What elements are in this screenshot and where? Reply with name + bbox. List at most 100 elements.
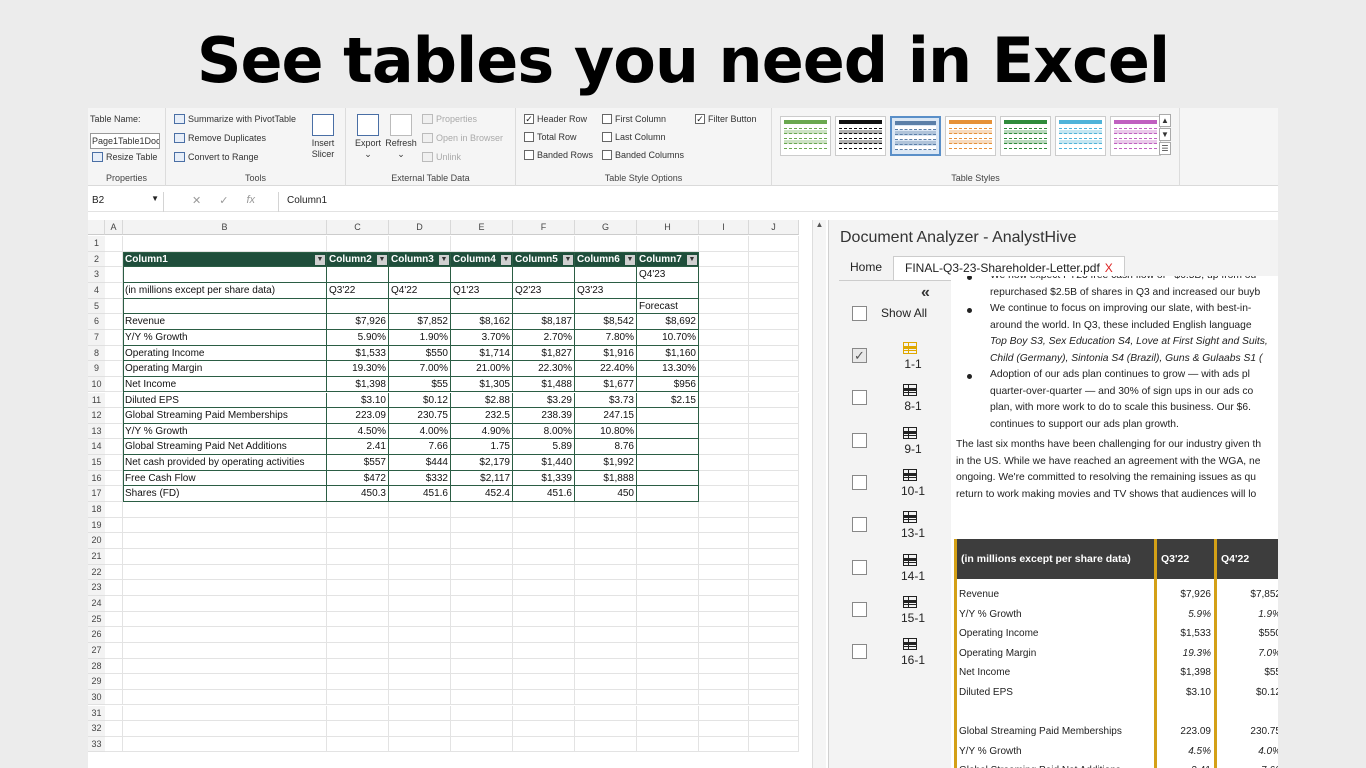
checkbox-icon[interactable]: [852, 644, 867, 660]
table-style-swatch[interactable]: [1000, 116, 1051, 156]
grid-cell[interactable]: [327, 502, 389, 518]
grid-cell[interactable]: [749, 236, 799, 252]
checkbox-icon[interactable]: [852, 601, 867, 617]
row-header[interactable]: 29: [88, 674, 105, 690]
summarize-pivot-button[interactable]: Summarize with PivotTable: [174, 114, 296, 124]
grid-cell[interactable]: [327, 533, 389, 549]
name-box[interactable]: B2 ▼: [88, 192, 164, 212]
grid-cell[interactable]: [123, 580, 327, 596]
grid-cell[interactable]: [123, 689, 327, 706]
table-cell[interactable]: 451.6: [389, 486, 451, 503]
table-cell[interactable]: $1,827: [513, 345, 575, 362]
grid-cell[interactable]: [105, 236, 123, 252]
table-cell[interactable]: [637, 455, 699, 471]
grid-cell[interactable]: [699, 423, 749, 440]
grid-cell[interactable]: [575, 627, 637, 643]
grid-cell[interactable]: [327, 580, 389, 596]
properties-button[interactable]: Properties: [422, 114, 477, 124]
table-cell[interactable]: Global Streaming Paid Net Additions: [123, 439, 327, 456]
table-cell[interactable]: $1,160: [637, 345, 699, 362]
grid-cell[interactable]: [123, 502, 327, 518]
grid-cell[interactable]: [105, 423, 123, 440]
grid-cell[interactable]: [389, 564, 451, 581]
table-cell[interactable]: Q4'22: [389, 282, 451, 299]
row-header[interactable]: 13: [88, 423, 105, 440]
column-header[interactable]: J: [749, 220, 799, 235]
table-header-cell[interactable]: Column4 ▼: [451, 251, 513, 268]
grid-cell[interactable]: [575, 580, 637, 596]
table-cell[interactable]: Forecast: [637, 298, 699, 315]
grid-cell[interactable]: [327, 658, 389, 675]
grid-cell[interactable]: [699, 533, 749, 549]
gallery-more-button[interactable]: ☰: [1159, 142, 1171, 155]
row-header[interactable]: 8: [88, 345, 105, 362]
grid-cell[interactable]: [123, 627, 327, 643]
table-cell[interactable]: $2,117: [451, 470, 513, 487]
grid-cell[interactable]: [749, 267, 799, 283]
unlink-button[interactable]: Unlink: [422, 152, 461, 162]
table-cell[interactable]: Y/Y % Growth: [123, 423, 327, 440]
grid-cell[interactable]: [105, 282, 123, 299]
table-cell[interactable]: 450.3: [327, 486, 389, 503]
last-column-option[interactable]: Last Column: [602, 132, 666, 142]
grid-cell[interactable]: [389, 721, 451, 737]
table-list-item[interactable]: 13-1: [852, 511, 962, 551]
grid-cell[interactable]: [389, 705, 451, 722]
column-header[interactable]: H: [637, 220, 699, 235]
table-cell[interactable]: 13.30%: [637, 361, 699, 377]
filter-dropdown-icon[interactable]: ▼: [439, 254, 449, 265]
grid-cell[interactable]: [451, 674, 513, 690]
table-cell[interactable]: 450: [575, 486, 637, 503]
grid-cell[interactable]: [749, 329, 799, 346]
gallery-down-button[interactable]: ▼: [1159, 128, 1171, 141]
table-style-swatch[interactable]: [945, 116, 996, 156]
export-button[interactable]: Export ⌄: [353, 114, 383, 160]
tab-home[interactable]: Home: [839, 256, 893, 280]
grid-cell[interactable]: [637, 611, 699, 628]
table-cell[interactable]: Shares (FD): [123, 486, 327, 503]
table-cell[interactable]: Operating Income: [123, 345, 327, 362]
doc-detected-table[interactable]: (in millions except per share data) Q3'22…: [954, 539, 1278, 768]
grid-cell[interactable]: [389, 502, 451, 518]
grid-cell[interactable]: [749, 580, 799, 596]
column-header[interactable]: I: [699, 220, 749, 235]
table-cell[interactable]: [513, 298, 575, 315]
table-cell[interactable]: 7.66: [389, 439, 451, 456]
grid-cell[interactable]: [575, 721, 637, 737]
grid-cell[interactable]: [105, 721, 123, 737]
grid-cell[interactable]: [749, 564, 799, 581]
table-cell[interactable]: $3.73: [575, 392, 637, 409]
row-header[interactable]: 10: [88, 376, 105, 393]
grid-cell[interactable]: [575, 236, 637, 252]
grid-cell[interactable]: [749, 549, 799, 565]
grid-cell[interactable]: [451, 642, 513, 659]
collapse-icon[interactable]: «: [921, 284, 930, 302]
header-row-option[interactable]: ✓ Header Row: [524, 114, 587, 124]
grid-cell[interactable]: [513, 564, 575, 581]
grid-cell[interactable]: [451, 517, 513, 534]
grid-cell[interactable]: [105, 674, 123, 690]
row-header[interactable]: 1: [88, 236, 105, 252]
grid-cell[interactable]: [699, 595, 749, 612]
table-cell[interactable]: [575, 298, 637, 315]
fx-icon[interactable]: fx: [246, 194, 255, 207]
grid-cell[interactable]: [105, 470, 123, 487]
row-header[interactable]: 19: [88, 517, 105, 534]
column-header[interactable]: D: [389, 220, 451, 235]
table-cell[interactable]: Q4'23: [637, 267, 699, 283]
grid-cell[interactable]: [513, 502, 575, 518]
grid-cell[interactable]: [699, 314, 749, 330]
grid-cell[interactable]: [575, 689, 637, 706]
table-cell[interactable]: $1,533: [327, 345, 389, 362]
grid-cell[interactable]: [637, 705, 699, 722]
grid-cell[interactable]: [105, 611, 123, 628]
grid-cell[interactable]: [749, 502, 799, 518]
grid-cell[interactable]: [451, 705, 513, 722]
row-header[interactable]: 22: [88, 564, 105, 581]
refresh-button[interactable]: Refresh ⌄: [384, 114, 418, 160]
row-header[interactable]: 2: [88, 251, 105, 268]
table-cell[interactable]: $332: [389, 470, 451, 487]
checkbox-icon[interactable]: [852, 306, 867, 321]
grid-cell[interactable]: [105, 408, 123, 424]
table-cell[interactable]: $3.10: [327, 392, 389, 409]
